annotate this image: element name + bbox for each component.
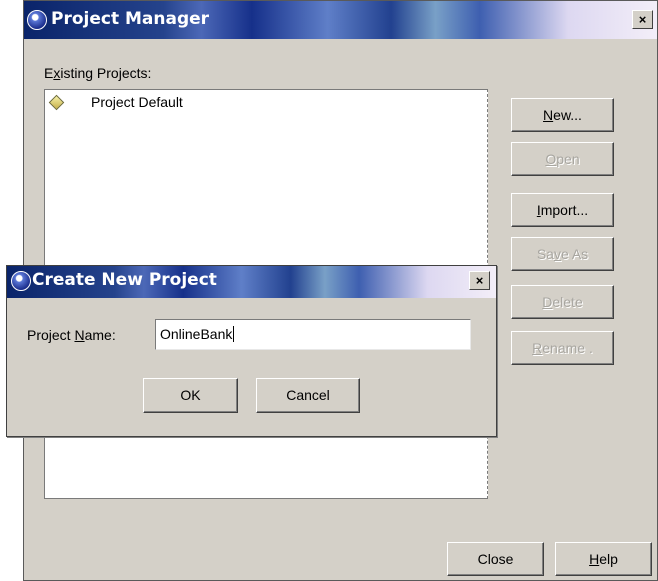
close-button[interactable]: Close bbox=[447, 542, 544, 576]
cancel-button[interactable]: Cancel bbox=[256, 378, 360, 413]
dialog-titlebar[interactable]: Create New Project × bbox=[7, 266, 496, 298]
project-name-label: Project Name: bbox=[27, 327, 116, 343]
create-project-dialog: Create New Project × Project Name: Onlin… bbox=[6, 265, 497, 437]
list-item[interactable]: Project Default bbox=[45, 90, 487, 114]
open-button[interactable]: Open bbox=[511, 142, 614, 176]
ok-button[interactable]: OK bbox=[143, 378, 238, 413]
text-caret bbox=[233, 326, 235, 342]
project-name: Project Default bbox=[91, 94, 183, 110]
dialog-title: Create New Project bbox=[32, 270, 217, 290]
project-name-input[interactable]: OnlineBank bbox=[155, 319, 471, 350]
help-button[interactable]: Help bbox=[555, 542, 652, 576]
import-button[interactable]: Import... bbox=[511, 193, 614, 227]
existing-projects-label: Existing Projects: bbox=[44, 65, 152, 81]
project-diamond-icon bbox=[48, 94, 65, 111]
save-as-button[interactable]: Save As bbox=[511, 237, 614, 271]
close-window-button[interactable]: × bbox=[632, 10, 653, 29]
delete-button[interactable]: Delete bbox=[511, 285, 614, 319]
dialog-close-button[interactable]: × bbox=[469, 271, 490, 290]
dialog-app-icon bbox=[11, 271, 31, 291]
app-icon bbox=[27, 10, 47, 30]
window-title: Project Manager bbox=[51, 9, 210, 29]
rename-button[interactable]: Rename . bbox=[511, 331, 614, 365]
new-button[interactable]: New... bbox=[511, 98, 614, 132]
project-manager-titlebar[interactable]: Project Manager × bbox=[24, 1, 657, 39]
